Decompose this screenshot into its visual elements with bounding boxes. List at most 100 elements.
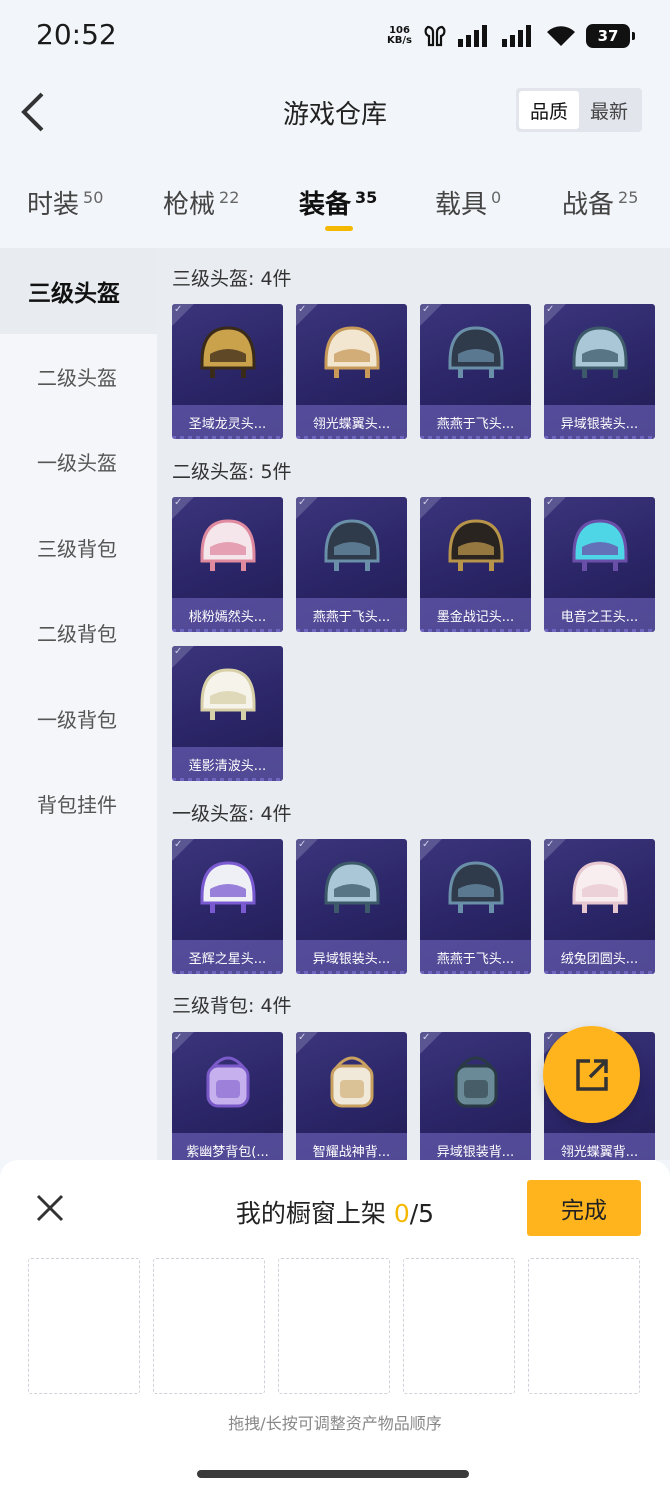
item-card[interactable]: 异域银装背... [420, 1032, 531, 1160]
item-card[interactable]: 异域银装头... [296, 839, 407, 974]
tab-fashion[interactable]: 时装 50 [27, 184, 103, 221]
checkbox-icon[interactable] [420, 839, 442, 861]
showcase-slot-1[interactable] [28, 1258, 140, 1394]
checkbox-icon[interactable] [172, 497, 194, 519]
section-title-level2-helmet: 二级头盔: 5件 [172, 461, 292, 483]
battery-icon: 37 [586, 24, 635, 48]
item-name: 燕燕于飞头... [296, 598, 407, 632]
sort-quality-button[interactable]: 品质 [519, 91, 579, 129]
done-button[interactable]: 完成 [527, 1180, 641, 1236]
item-card[interactable]: 燕燕于飞头... [296, 497, 407, 632]
tab-weapons[interactable]: 枪械 22 [163, 184, 239, 221]
item-name: 桃粉嫣然头... [172, 598, 283, 632]
showcase-sheet: 我的橱窗上架 0/5 完成 拖拽/长按可调整资产物品顺序 [0, 1160, 670, 1490]
sort-toggle: 品质 最新 [516, 88, 642, 132]
sidebar-item-level3-backpack[interactable]: 三级背包 [0, 505, 157, 591]
white-gold-butterfly-helmet-icon [324, 326, 380, 378]
section-title-level1-helmet: 一级头盔: 4件 [172, 803, 292, 825]
tab-supplies[interactable]: 战备 25 [562, 184, 638, 221]
header: 游戏仓库 品质 最新 [0, 70, 670, 152]
showcase-slot-5[interactable] [528, 1258, 640, 1394]
drag-hint: 拖拽/长按可调整资产物品顺序 [228, 1414, 442, 1433]
checkbox-icon[interactable] [544, 839, 566, 861]
checkbox-icon[interactable] [420, 304, 442, 326]
item-card[interactable]: 异域银装头... [544, 304, 655, 439]
item-name: 墨金战记头... [420, 598, 531, 632]
item-card[interactable]: 电音之王头... [544, 497, 655, 632]
item-name: 莲影清波头... [172, 747, 283, 781]
checkbox-icon[interactable] [544, 497, 566, 519]
home-indicator [197, 1470, 469, 1478]
item-name: 圣域龙灵头... [172, 405, 283, 439]
black-gold-helmet-icon [448, 519, 504, 571]
sidebar-item-level2-helmet[interactable]: 二级头盔 [0, 334, 157, 420]
sidebar-item-level2-backpack[interactable]: 二级背包 [0, 590, 157, 676]
item-card[interactable]: 墨金战记头... [420, 497, 531, 632]
item-card[interactable]: 莲影清波头... [172, 646, 283, 781]
showcase-slot-3[interactable] [278, 1258, 390, 1394]
sort-newest-button[interactable]: 最新 [579, 91, 639, 129]
sidebar-item-backpack-charm[interactable]: 背包挂件 [0, 761, 157, 847]
item-card[interactable]: 桃粉嫣然头... [172, 497, 283, 632]
network-speed: 106 KB/s [387, 25, 412, 46]
checkbox-icon[interactable] [296, 839, 318, 861]
item-card[interactable]: 圣辉之星头... [172, 839, 283, 974]
cellular-signal-2-icon [502, 25, 531, 47]
item-grid-area: 三级头盔: 4件 二级头盔: 5件 一级头盔: 4件 三级背包: 4件 圣域龙灵… [157, 248, 670, 1160]
checkbox-icon[interactable] [420, 497, 442, 519]
cellular-signal-1-icon [458, 25, 487, 47]
showcase-slot-4[interactable] [403, 1258, 515, 1394]
sidebar-item-level1-helmet[interactable]: 一级头盔 [0, 419, 157, 505]
item-card[interactable]: 翎光蝶翼头... [296, 304, 407, 439]
item-name: 异域银装头... [544, 405, 655, 439]
checkbox-icon[interactable] [296, 304, 318, 326]
white-purple-star-helmet-icon [200, 861, 256, 913]
wifi-icon [547, 26, 575, 46]
sidebar-item-level3-helmet[interactable]: 三级头盔 [0, 248, 157, 334]
item-card[interactable]: 智耀战神背... [296, 1032, 407, 1160]
pink-bunny-helmet-icon [572, 861, 628, 913]
item-name: 电音之王头... [544, 598, 655, 632]
share-button[interactable] [543, 1026, 640, 1123]
item-card[interactable]: 圣域龙灵头... [172, 304, 283, 439]
share-icon [575, 1058, 608, 1091]
status-bar: 20:52 106 KB/s 37 [0, 0, 670, 70]
checkbox-icon[interactable] [172, 839, 194, 861]
dark-swallow-helmet-icon [448, 861, 504, 913]
item-name: 翎光蝶翼头... [296, 405, 407, 439]
white-gold-backpack-icon [330, 1056, 374, 1108]
checkbox-icon[interactable] [296, 1032, 318, 1054]
item-name: 智耀战神背... [296, 1133, 407, 1160]
showcase-slot-2[interactable] [153, 1258, 265, 1394]
item-name: 燕燕于飞头... [420, 405, 531, 439]
item-card[interactable]: 燕燕于飞头... [420, 839, 531, 974]
tab-vehicles[interactable]: 载具 0 [435, 184, 501, 221]
item-name: 绒兔团圆头... [544, 940, 655, 974]
silver-exotic-backpack-icon [454, 1056, 498, 1108]
item-name: 燕燕于飞头... [420, 940, 531, 974]
dark-swallow-helmet-icon [324, 519, 380, 571]
tab-equipment[interactable]: 装备 35 [299, 184, 377, 221]
checkbox-icon[interactable] [172, 1032, 194, 1054]
white-lotus-helmet-icon [200, 668, 256, 720]
item-card[interactable]: 燕燕于飞头... [420, 304, 531, 439]
item-card[interactable]: 紫幽梦背包(... [172, 1032, 283, 1160]
silver-exotic-helmet-icon [324, 861, 380, 913]
section-title-level3-helmet: 三级头盔: 4件 [172, 268, 292, 290]
checkbox-icon[interactable] [172, 304, 194, 326]
dark-swallow-helmet-icon [448, 326, 504, 378]
status-icons: 106 KB/s 37 [387, 22, 635, 50]
clock: 20:52 [36, 18, 117, 51]
sidebar-item-level1-backpack[interactable]: 一级背包 [0, 676, 157, 762]
checkbox-icon[interactable] [544, 304, 566, 326]
gold-dragon-helmet-icon [200, 326, 256, 378]
section-title-level3-backpack: 三级背包: 4件 [172, 995, 292, 1017]
item-name: 异域银装背... [420, 1133, 531, 1160]
item-name: 紫幽梦背包(... [172, 1133, 283, 1160]
checkbox-icon[interactable] [296, 497, 318, 519]
checkbox-icon[interactable] [172, 646, 194, 668]
item-card[interactable]: 绒兔团圆头... [544, 839, 655, 974]
pink-peach-helmet-icon [200, 519, 256, 571]
checkbox-icon[interactable] [420, 1032, 442, 1054]
item-name: 圣辉之星头... [172, 940, 283, 974]
